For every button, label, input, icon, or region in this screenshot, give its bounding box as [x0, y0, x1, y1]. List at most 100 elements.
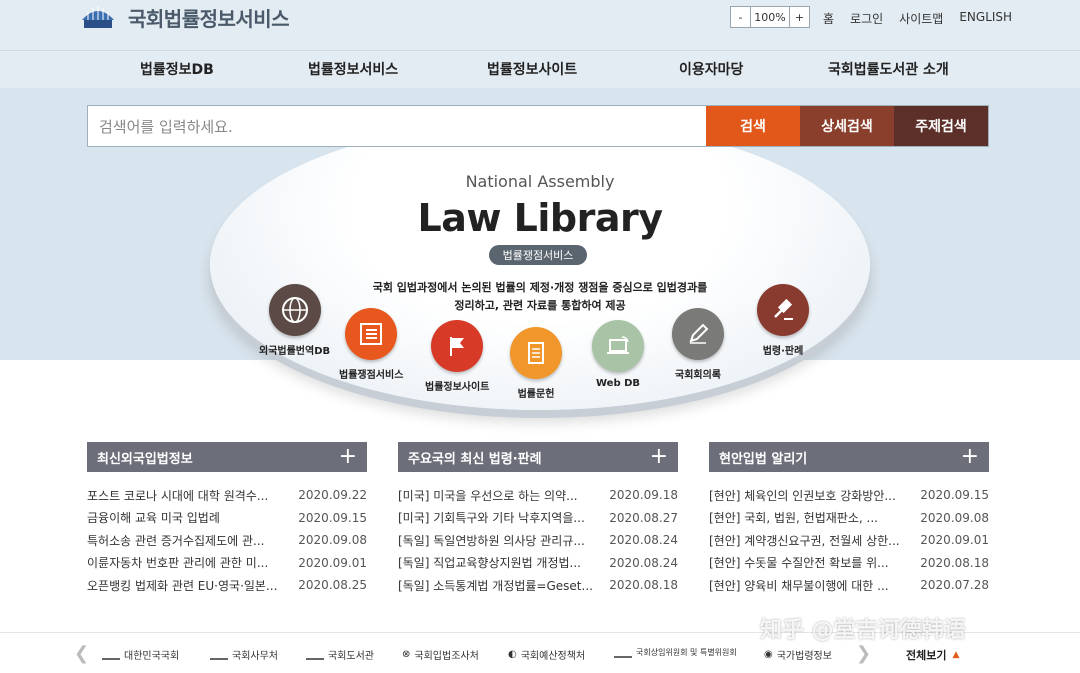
list-item[interactable]: [현안] 체육인의 인권보호 강화방안... 2020.09.15: [709, 484, 989, 507]
item-title: 오픈뱅킹 법제화 관련 EU·영국·일본...: [87, 578, 278, 593]
item-title: 이륜자동차 번호판 관리에 관한 미...: [87, 556, 269, 571]
footer-link-budget-office[interactable]: ◐ 국회예산정책처: [508, 647, 585, 662]
footer-link-secretariat[interactable]: 국회사무처: [210, 647, 278, 662]
nav-law-sites[interactable]: 법률정보사이트: [487, 59, 577, 79]
top-header: 국회법률정보서비스 - 100% + 홈 로그인 사이트맵 ENGLISH 법률…: [0, 0, 1080, 88]
list-item[interactable]: [독일] 독일연방하원 의사당 관리규... 2020.08.24: [398, 529, 678, 552]
service-law-issues[interactable]: 법률쟁점서비스: [339, 308, 403, 381]
list-item[interactable]: [현안] 국회, 법원, 헌법재판소, ... 2020.09.08: [709, 507, 989, 530]
footer-link-label: 국회예산정책처: [520, 651, 586, 662]
foreign-laws-precedents-panel: 주요국의 최신 법령·판례 + [미국] 미국을 우선으로 하는 의약... 20…: [398, 442, 678, 597]
service-web-db[interactable]: Web DB: [592, 320, 644, 389]
item-date: 2020.08.24: [609, 533, 678, 548]
list-item[interactable]: 포스트 코로나 시대에 대학 원격수... 2020.09.22: [87, 484, 367, 507]
search-button[interactable]: 검색: [706, 106, 800, 146]
item-date: 2020.09.01: [920, 533, 989, 548]
more-button[interactable]: +: [339, 446, 357, 468]
footer-link-label: 국회사무처: [232, 651, 278, 662]
nav-law-db[interactable]: 법률정보DB: [140, 59, 214, 79]
footer-link-national-assembly[interactable]: 대한민국국회: [102, 647, 179, 662]
footer-link-committees[interactable]: 국회상임위원회 및 특별위원회: [614, 647, 737, 658]
triangle-up-icon: ▲: [952, 650, 960, 660]
service-assembly-minutes[interactable]: 국회회의록: [672, 308, 724, 381]
item-title: 금융이해 교육 미국 입법례: [87, 511, 220, 526]
list-item[interactable]: 특허소송 관련 증거수집제도에 관... 2020.09.08: [87, 529, 367, 552]
list-item[interactable]: [미국] 기회특구와 기타 낙후지역을... 2020.08.27: [398, 507, 678, 530]
chevron-left-icon[interactable]: ❮: [74, 643, 89, 664]
item-date: 2020.08.18: [920, 555, 989, 570]
service-statutes-precedents[interactable]: 법령·판례: [757, 284, 809, 357]
more-button[interactable]: +: [961, 446, 979, 468]
chevron-right-icon[interactable]: ❯: [856, 643, 871, 664]
hero-description-line2: 정리하고, 관련 자료를 통합하여 제공: [454, 299, 626, 312]
service-label: 법률쟁점서비스: [339, 370, 404, 381]
list-icon: [345, 308, 398, 360]
list-item[interactable]: [독일] 직업교육향상지원법 개정법... 2020.08.24: [398, 552, 678, 575]
subject-search-button[interactable]: 주제검색: [894, 106, 988, 146]
utility-links: 홈 로그인 사이트맵 ENGLISH: [823, 10, 1012, 27]
item-date: 2020.09.15: [298, 510, 367, 525]
service-law-sites[interactable]: 법률정보사이트: [425, 320, 489, 393]
latest-foreign-legislation-panel: 최신외국입법정보 + 포스트 코로나 시대에 대학 원격수... 2020.09.…: [87, 442, 367, 597]
zoom-out-button[interactable]: -: [731, 7, 751, 27]
building-icon: [102, 650, 120, 660]
service-foreign-law-db[interactable]: 외국법률번역DB: [259, 284, 330, 357]
nav-user-area[interactable]: 이용자마당: [679, 59, 743, 79]
list-item[interactable]: 금융이해 교육 미국 입법례 2020.09.15: [87, 507, 367, 530]
footer-link-label: 대한민국국회: [124, 651, 180, 662]
nav-law-service[interactable]: 법률정보서비스: [308, 59, 398, 79]
item-title: 특허소송 관련 증거수집제도에 관...: [87, 533, 265, 548]
panel-title: 최신외국입법정보: [97, 451, 193, 467]
view-all-label: 전체보기: [906, 649, 947, 662]
footer-link-research-service[interactable]: ⊗ 국회입법조사처: [402, 647, 479, 662]
list-item[interactable]: [미국] 미국을 우선으로 하는 의약... 2020.09.18: [398, 484, 678, 507]
item-date: 2020.09.15: [920, 488, 989, 503]
panel-header: 최신외국입법정보 +: [87, 442, 367, 472]
list-item[interactable]: [현안] 수돗물 수질안전 확보를 위... 2020.08.18: [709, 552, 989, 575]
building-icon: [614, 648, 632, 658]
more-button[interactable]: +: [650, 446, 668, 468]
list-item[interactable]: 이륜자동차 번호판 관리에 관한 미... 2020.09.01: [87, 552, 367, 575]
search-input[interactable]: 검색어를 입력하세요.: [88, 106, 706, 146]
panel-title: 현안입법 알리기: [719, 451, 808, 467]
footer-link-label: 국회도서관: [328, 651, 374, 662]
item-title: [현안] 양육비 채무불이행에 대한 ...: [709, 578, 889, 593]
site-logo[interactable]: 국회법률정보서비스: [78, 0, 290, 34]
nabo-logo-icon: ◐: [508, 649, 517, 660]
item-date: 2020.09.22: [298, 488, 367, 503]
assembly-logo-icon: [82, 6, 114, 28]
view-all-button[interactable]: 전체보기 ▲: [906, 647, 959, 663]
footer-link-law-info[interactable]: ◉ 국가법령정보: [764, 647, 832, 662]
item-title: [현안] 국회, 법원, 헌법재판소, ...: [709, 511, 878, 526]
panel-title: 주요국의 최신 법령·판례: [408, 451, 542, 467]
item-date: 2020.08.24: [609, 555, 678, 570]
globe-icon: [268, 284, 321, 336]
service-law-literature[interactable]: 법률문헌: [510, 327, 562, 400]
list-item[interactable]: 오픈뱅킹 법제화 관련 EU·영국·일본... 2020.08.25: [87, 574, 367, 597]
item-date: 2020.07.28: [920, 578, 989, 593]
login-link[interactable]: 로그인: [850, 10, 883, 27]
footer-link-library[interactable]: 국회도서관: [306, 647, 374, 662]
footer-link-label: 국가법령정보: [776, 651, 832, 662]
item-title: [현안] 계약갱신요구권, 전월세 상한...: [709, 533, 900, 548]
home-link[interactable]: 홈: [823, 10, 834, 27]
service-label: 국회회의록: [675, 370, 721, 381]
list-item[interactable]: [현안] 양육비 채무불이행에 대한 ... 2020.07.28: [709, 574, 989, 597]
sitemap-link[interactable]: 사이트맵: [899, 10, 943, 27]
watermark: 知乎 @堂吉诃德韩语: [760, 618, 966, 643]
service-label: 법령·판례: [762, 346, 804, 357]
item-title: [독일] 소득통계법 개정법률=Geset...: [398, 578, 593, 593]
zoom-in-button[interactable]: +: [789, 7, 809, 27]
nars-logo-icon: ⊗: [402, 649, 411, 660]
list-item[interactable]: [현안] 계약갱신요구권, 전월세 상한... 2020.09.01: [709, 529, 989, 552]
service-label: Web DB: [595, 378, 641, 389]
item-title: [독일] 직업교육향상지원법 개정법...: [398, 556, 581, 571]
item-title: [미국] 기회특구와 기타 낙후지역을...: [398, 511, 585, 526]
advanced-search-button[interactable]: 상세검색: [800, 106, 894, 146]
english-link[interactable]: ENGLISH: [959, 10, 1012, 27]
list-item[interactable]: [독일] 소득통계법 개정법률=Geset... 2020.08.18: [398, 574, 678, 597]
issue-service-badge[interactable]: 법률쟁점서비스: [489, 245, 587, 265]
item-date: 2020.08.25: [298, 578, 367, 593]
logo-text: 국회법률정보서비스: [128, 6, 290, 31]
nav-library-intro[interactable]: 국회법률도서관 소개: [828, 59, 949, 79]
